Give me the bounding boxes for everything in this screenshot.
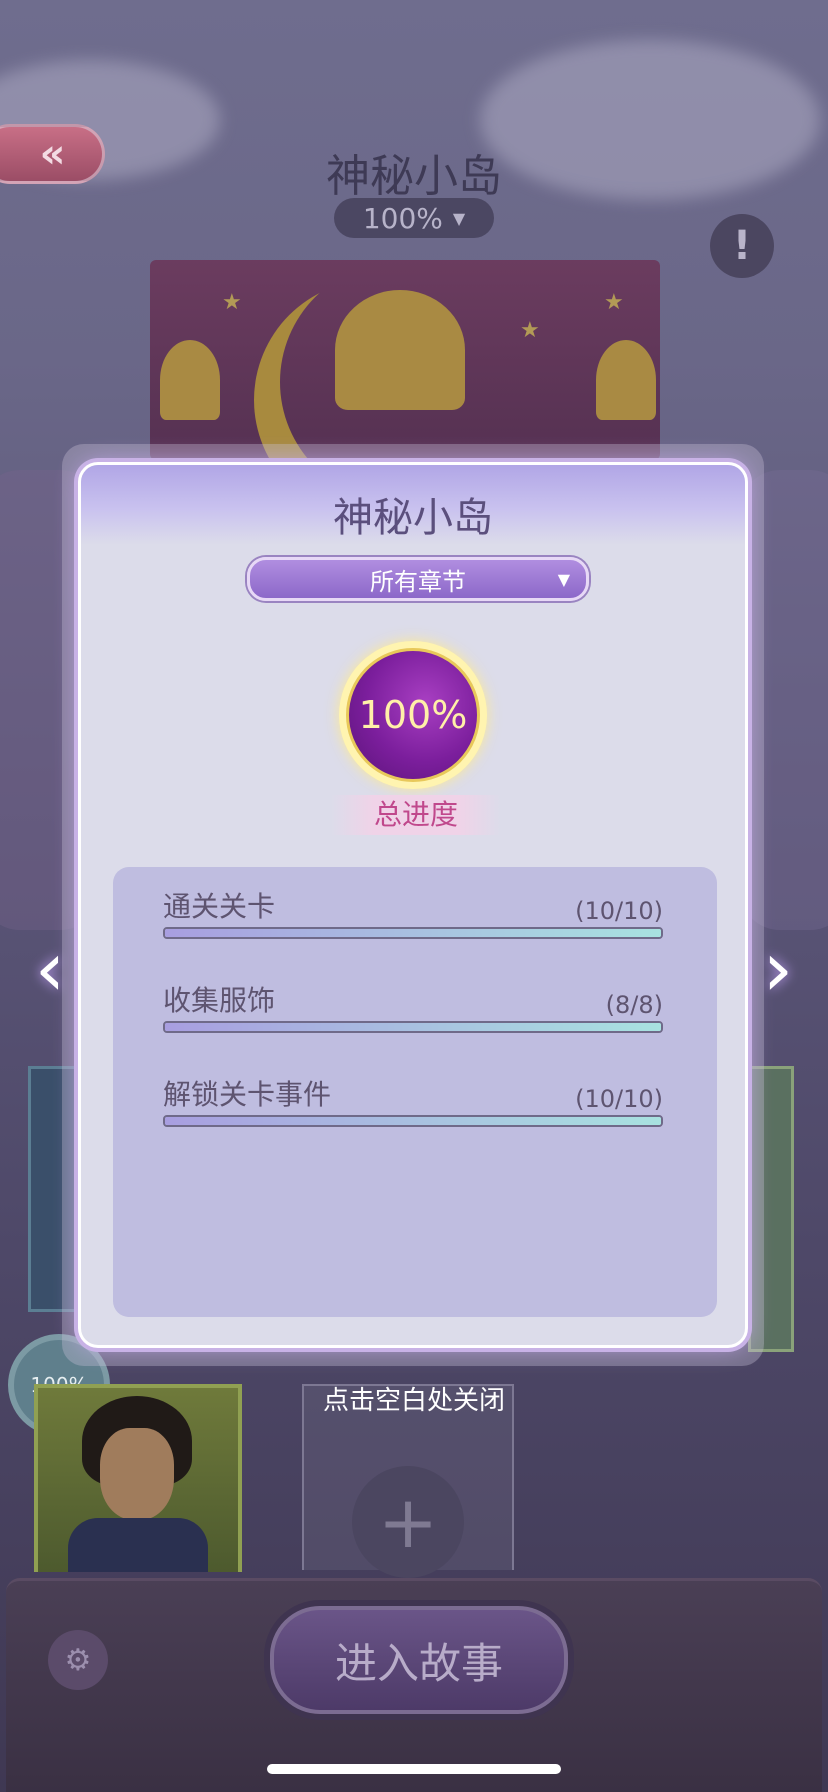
game-screen[interactable]: « 神秘小岛 100% ▼ ! ★ ★ ★ 100% + ⚙ 进入故事 神秘小岛… xyxy=(0,0,828,1792)
book-settings-icon[interactable]: ⚙ xyxy=(48,1630,108,1690)
stat-progress-bar xyxy=(163,1021,663,1033)
home-indicator[interactable] xyxy=(267,1764,561,1774)
chapter-progress-dropdown[interactable]: 100% ▼ xyxy=(334,198,494,238)
stat-label: 收集服饰 xyxy=(163,984,276,1017)
stat-progress-fill xyxy=(165,1023,661,1031)
stat-outfits-collected: 收集服饰 (8/8) xyxy=(163,979,663,1033)
stats-panel: 通关关卡 (10/10) 收集服饰 (8/8) 解锁关卡事件 (10/10) xyxy=(113,867,717,1317)
star-icon: ★ xyxy=(604,290,624,315)
stat-progress-bar xyxy=(163,1115,663,1127)
chapter-select-label: 所有章节 xyxy=(370,567,466,596)
total-progress-ring: 100% xyxy=(339,641,487,789)
info-button[interactable]: ! xyxy=(710,214,774,278)
exclamation-icon: ! xyxy=(732,223,752,269)
palace-dome-art xyxy=(335,290,465,410)
enter-story-button[interactable]: 进入故事 xyxy=(270,1606,568,1714)
chevron-left-icon: ‹ xyxy=(34,923,66,1013)
modal-title: 神秘小岛 xyxy=(333,495,493,541)
caret-down-icon: ▼ xyxy=(557,569,570,589)
total-progress-value: 100% xyxy=(346,648,480,782)
portrait-body xyxy=(68,1518,208,1572)
chapter-progress-value: 100% xyxy=(362,201,443,235)
stat-count: (10/10) xyxy=(575,897,663,925)
progress-modal: 神秘小岛 所有章节 ▼ 100% 总进度 通关关卡 (10/10) 收集服饰 (… xyxy=(78,462,748,1348)
palace-dome-art xyxy=(596,340,656,420)
palace-dome-art xyxy=(160,340,220,420)
stat-levels-cleared: 通关关卡 (10/10) xyxy=(163,885,663,939)
stat-label: 解锁关卡事件 xyxy=(163,1078,332,1111)
stat-count: (8/8) xyxy=(605,991,663,1019)
stat-events-unlocked: 解锁关卡事件 (10/10) xyxy=(163,1073,663,1127)
previous-chapter-arrow[interactable]: ‹ xyxy=(22,923,78,1013)
plus-icon: + xyxy=(352,1466,464,1578)
portrait-face xyxy=(100,1428,174,1520)
star-icon: ★ xyxy=(520,318,540,343)
stat-progress-bar xyxy=(163,927,663,939)
stat-progress-fill xyxy=(165,1117,661,1125)
stat-count: (10/10) xyxy=(575,1085,663,1113)
chapter-select-dropdown[interactable]: 所有章节 ▼ xyxy=(247,557,589,601)
star-icon: ★ xyxy=(222,290,242,315)
chevron-right-icon: › xyxy=(762,923,794,1013)
stat-label: 通关关卡 xyxy=(163,890,276,923)
close-hint: 点击空白处关闭 xyxy=(322,1386,505,1416)
caret-down-icon: ▼ xyxy=(452,208,466,228)
page-title: 神秘小岛 xyxy=(326,151,502,202)
total-progress-label: 总进度 xyxy=(331,795,501,835)
next-chapter-arrow[interactable]: › xyxy=(750,923,806,1013)
stat-progress-fill xyxy=(165,929,661,937)
